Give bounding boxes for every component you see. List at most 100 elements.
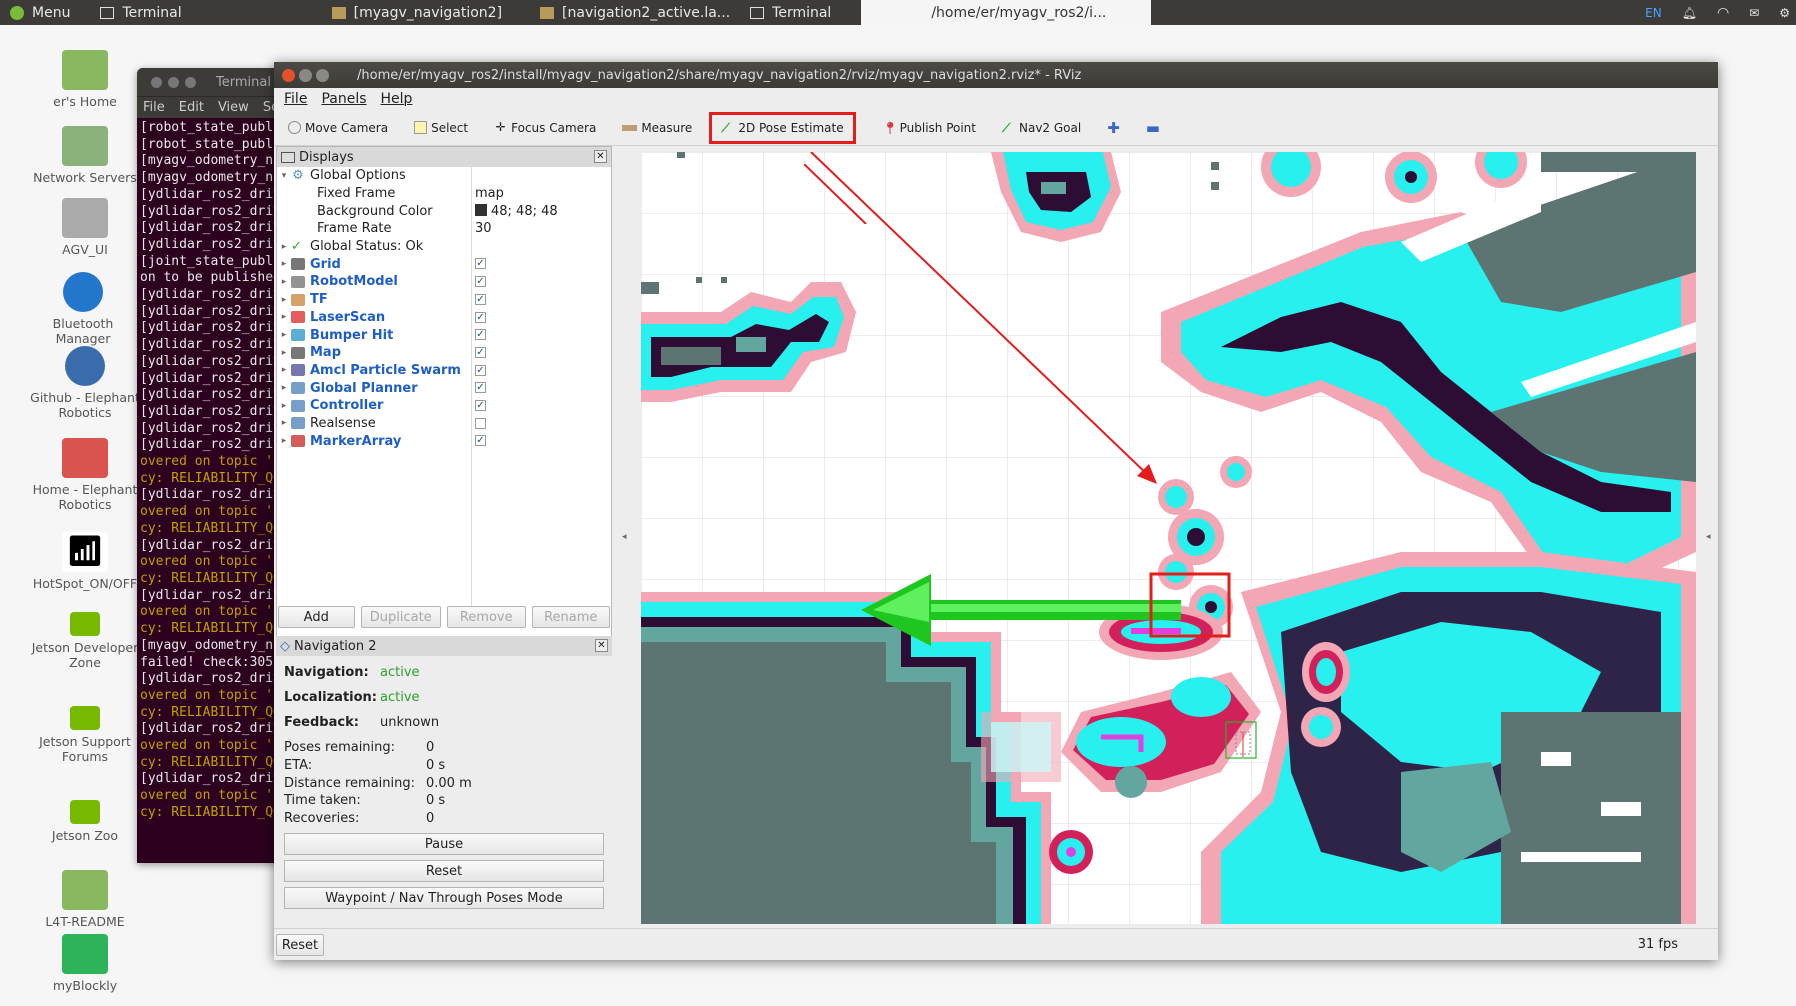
terminal-titlebar[interactable]: Terminal [137, 68, 297, 96]
wifi-icon[interactable]: ◠ [1717, 5, 1729, 21]
menu-help[interactable]: Help [381, 91, 413, 107]
terminal-menu-edit[interactable]: Edit [179, 100, 204, 115]
enable-checkbox[interactable]: ✓ [475, 276, 486, 288]
tree-row-display[interactable]: ▸ Grid ✓ [277, 255, 611, 273]
close-icon[interactable]: ✕ [595, 639, 608, 652]
desktop-icon-home[interactable]: er's Home [30, 50, 140, 109]
keyboard-language[interactable]: EN [1645, 6, 1662, 20]
add-button[interactable]: Add [278, 606, 355, 628]
expand-arrow-icon[interactable]: ▸ [277, 365, 291, 375]
task-rviz[interactable]: /home/er/myagv_ros2/i... [861, 0, 1152, 25]
desktop-icon-network[interactable]: Network Servers [30, 126, 140, 185]
expand-arrow-icon[interactable]: ▸ [277, 436, 291, 446]
tree-row-global-status[interactable]: ▸ ✓ Global Status: Ok [277, 238, 611, 256]
task-navigation[interactable]: [myagv_navigation2] [322, 0, 512, 25]
minimize-icon[interactable] [299, 68, 312, 82]
background-color-value[interactable]: 48; 48; 48 [475, 203, 558, 219]
desktop-icon-myblockly[interactable]: myBlockly [30, 934, 140, 993]
tree-row-display[interactable]: ▸ Bumper Hit ✓ [277, 326, 611, 344]
terminal-menu-file[interactable]: File [143, 100, 165, 115]
expand-arrow-icon[interactable]: ▸ [277, 330, 291, 340]
tree-row-global-options[interactable]: ▾ ⚙ Global Options [277, 167, 611, 185]
status-reset-button[interactable]: Reset [276, 934, 324, 956]
tree-row-display[interactable]: ▸ LaserScan ✓ [277, 309, 611, 327]
settings-gear-icon[interactable]: ⚙ [1779, 6, 1790, 20]
desktop-icon-home-elephant[interactable]: Home - Elephant Robotics [30, 438, 140, 512]
enable-checkbox[interactable]: ✓ [475, 258, 486, 270]
tool-measure[interactable]: Measure [622, 121, 692, 135]
enable-checkbox[interactable]: ✓ [475, 435, 486, 447]
desktop-icon-l4t[interactable]: L4T-README [30, 870, 140, 929]
close-icon[interactable] [282, 68, 295, 82]
desktop-icon-github[interactable]: Github - Elephant Robotics [30, 346, 140, 420]
tree-row-display[interactable]: ▸ RobotModel ✓ [277, 273, 611, 291]
desktop-icon-agv-ui[interactable]: AGV_UI [30, 198, 140, 257]
expand-arrow-icon[interactable]: ▸ [277, 348, 291, 358]
tree-row-display[interactable]: ▸ Global Planner ✓ [277, 379, 611, 397]
minimize-icon[interactable] [168, 76, 179, 88]
expand-arrow-icon[interactable]: ▸ [277, 312, 291, 322]
tool-select[interactable]: Select [414, 121, 468, 135]
enable-checkbox[interactable]: ✓ [475, 399, 486, 411]
tool-focus-camera[interactable]: ✛ Focus Camera [494, 121, 597, 135]
menu-button[interactable]: Menu [0, 0, 80, 25]
desktop-icon-jetson-forums[interactable]: Jetson Support Forums [30, 706, 140, 764]
tool-nav2-goal[interactable]: ⟋ Nav2 Goal [1002, 121, 1081, 136]
enable-checkbox[interactable]: ✓ [475, 346, 486, 358]
duplicate-button[interactable]: Duplicate [360, 606, 441, 628]
pause-button[interactable]: Pause [284, 833, 604, 856]
tree-row-frame-rate[interactable]: Frame Rate 30 [277, 220, 611, 238]
desktop-icon-jetson-zoo[interactable]: Jetson Zoo [30, 800, 140, 843]
tool-publish-point[interactable]: 📍︎ Publish Point [883, 121, 976, 136]
terminal-output[interactable]: [robot_state_publi [robot_state_publi [mya… [137, 118, 297, 822]
expand-arrow-icon[interactable]: ▸ [277, 295, 291, 305]
collapse-arrow-icon[interactable]: ▾ [277, 171, 291, 181]
expand-arrow-icon[interactable]: ▸ [277, 418, 291, 428]
remove-tool-button[interactable]: ▬ [1146, 119, 1160, 137]
collapse-left-arrow-icon[interactable]: ◂ [622, 532, 627, 542]
waypoint-mode-button[interactable]: Waypoint / Nav Through Poses Mode [284, 887, 604, 910]
enable-checkbox[interactable] [475, 417, 486, 429]
remove-button[interactable]: Remove [447, 606, 526, 628]
desktop-icon-jetson-dev[interactable]: Jetson Developer Zone [30, 612, 140, 670]
enable-checkbox[interactable]: ✓ [475, 329, 486, 341]
tree-row-display[interactable]: ▸ Map ✓ [277, 344, 611, 362]
terminal-menu-view[interactable]: View [218, 100, 249, 115]
rviz-titlebar[interactable]: /home/er/myagv_ros2/install/myagv_naviga… [274, 62, 1718, 88]
expand-arrow-icon[interactable]: ▸ [277, 242, 291, 252]
notification-bell-icon[interactable]: 🔔︎ [1682, 6, 1697, 20]
close-icon[interactable]: ✕ [594, 150, 607, 163]
rename-button[interactable]: Rename [531, 606, 610, 628]
enable-checkbox[interactable]: ✓ [475, 382, 486, 394]
task-launch-file[interactable]: [navigation2_active.la... [530, 0, 740, 25]
tree-row-display[interactable]: ▸ MarkerArray ✓ [277, 432, 611, 450]
enable-checkbox[interactable]: ✓ [475, 293, 486, 305]
expand-arrow-icon[interactable]: ▸ [277, 259, 291, 269]
task-terminal-1[interactable]: Terminal [90, 0, 191, 25]
menu-file[interactable]: File [284, 91, 307, 107]
tool-2d-pose-estimate[interactable]: ⟋ 2D Pose Estimate [709, 111, 856, 144]
enable-checkbox[interactable]: ✓ [475, 311, 486, 323]
mail-icon[interactable]: ✉ [1749, 6, 1759, 20]
tree-row-background-color[interactable]: Background Color 48; 48; 48 [277, 202, 611, 220]
collapse-right-arrow-icon[interactable]: ◂ [1706, 532, 1711, 542]
close-icon[interactable] [151, 76, 162, 88]
expand-arrow-icon[interactable]: ▸ [277, 401, 291, 411]
expand-arrow-icon[interactable]: ▸ [277, 277, 291, 287]
rviz-3d-view[interactable] [641, 152, 1696, 924]
enable-checkbox[interactable]: ✓ [475, 364, 486, 376]
expand-arrow-icon[interactable]: ▸ [277, 383, 291, 393]
tree-row-display[interactable]: ▸ Realsense [277, 415, 611, 433]
tree-row-fixed-frame[interactable]: Fixed Frame map [277, 185, 611, 203]
maximize-icon[interactable] [185, 76, 196, 88]
tree-row-display[interactable]: ▸ Controller ✓ [277, 397, 611, 415]
desktop-icon-bluetooth[interactable]: Bluetooth Manager [28, 272, 138, 346]
desktop-icon-hotspot[interactable]: 📶︎ HotSpot_ON/OFF [30, 532, 140, 591]
tree-row-display[interactable]: ▸ Amcl Particle Swarm ✓ [277, 362, 611, 380]
menu-panels[interactable]: Panels [321, 91, 366, 107]
terminal-window[interactable]: Terminal File Edit View Sea [robot_state… [137, 68, 297, 863]
tree-row-display[interactable]: ▸ TF ✓ [277, 291, 611, 309]
maximize-icon[interactable] [316, 68, 329, 82]
task-terminal-2[interactable]: Terminal [740, 0, 841, 25]
frame-rate-value[interactable]: 30 [475, 221, 492, 236]
